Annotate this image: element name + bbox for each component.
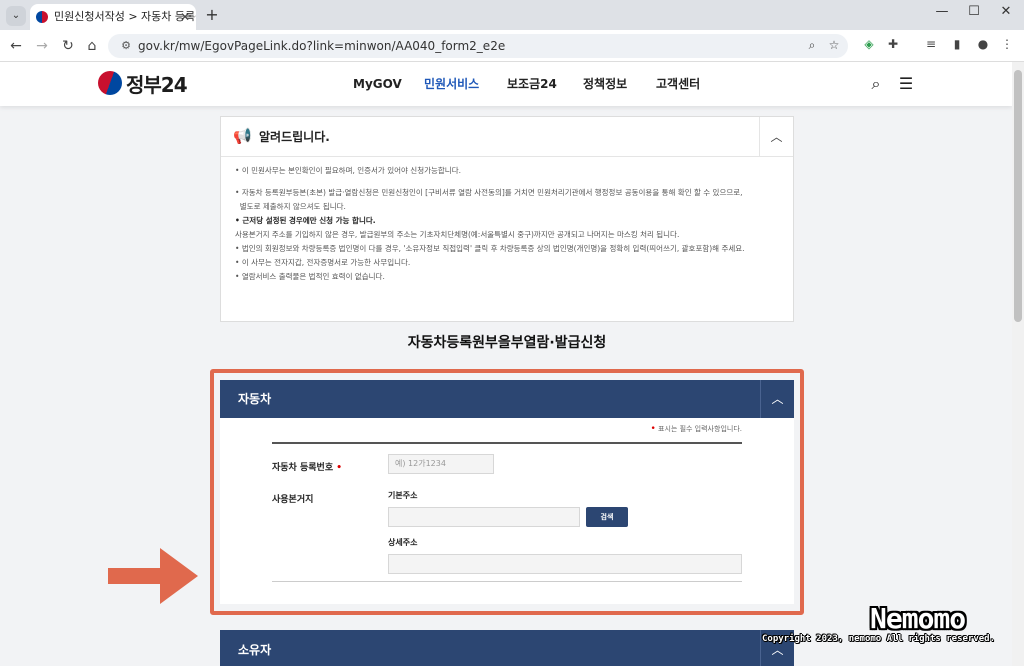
car-section-header[interactable]: 자동차 ︿	[220, 380, 794, 418]
taegeuk-logo-icon	[98, 71, 122, 95]
address-search-button[interactable]: 검색	[586, 507, 628, 527]
site-info-icon[interactable]: ⚙	[118, 38, 134, 54]
form-divider	[272, 442, 742, 444]
tab-close-icon[interactable]: ✕	[180, 4, 190, 30]
car-section: 자동차 ︿ • 표시는 필수 입력사항입니다. 자동차 등록번호 • 예) 12…	[220, 380, 794, 604]
reload-icon[interactable]: ↻	[58, 36, 78, 56]
address-bar[interactable]: ⚙ gov.kr/mw/EgovPageLink.do?link=minwon/…	[108, 34, 848, 58]
notice-line: • 법인의 회원정보와 차량등록증 법인명이 다를 경우, '소유자정보 직접입…	[235, 244, 745, 253]
notice-body: • 이 민원사무는 본인확인이 필요하며, 인증서가 있어야 신청가능합니다. …	[221, 157, 793, 283]
media-list-icon[interactable]: ≡	[922, 37, 940, 51]
page-viewport: 정부24 MyGOV 민원서비스 보조금24 정책정보 고객센터 ⌕ ☰ 📢 알…	[0, 62, 1012, 666]
browser-menu-icon[interactable]: ⋮	[998, 37, 1016, 51]
logo-text: 정부24	[126, 72, 188, 97]
nav-customer-center[interactable]: 고객센터	[656, 62, 700, 106]
owner-section-header[interactable]: 소유자 ︿	[220, 630, 794, 666]
side-panel-icon[interactable]: ▮	[948, 37, 966, 51]
nav-mygov[interactable]: MyGOV	[353, 62, 402, 106]
notice-line: 사용본거지 주소를 기입하지 않은 경우, 발급원부의 주소는 기초자치단체명(…	[235, 230, 680, 239]
notice-line: • 이 민원사무는 본인확인이 필요하며, 인증서가 있어야 신청가능합니다.	[235, 166, 461, 175]
page-scrollbar[interactable]	[1012, 62, 1024, 666]
gov-favicon-icon	[36, 11, 48, 23]
notice-line: • 열람서비스 출력물은 법적인 효력이 없습니다.	[235, 272, 385, 281]
page-title: 자동차등록원부을부열람·발급신청	[407, 335, 607, 351]
basic-address-input[interactable]	[388, 507, 580, 527]
browser-tab[interactable]: 민원신청서작성 > 자동차 등록원부 ✕	[30, 4, 196, 30]
bookmark-star-icon[interactable]: ☆	[826, 38, 842, 52]
scrollbar-thumb[interactable]	[1014, 70, 1022, 322]
nav-subsidy[interactable]: 보조금24	[507, 62, 557, 106]
maximize-icon[interactable]: ☐	[964, 4, 984, 19]
watermark-brand: Nemomo	[870, 602, 966, 635]
detail-address-label: 상세주소	[388, 538, 418, 547]
address-label: 사용본거지	[272, 495, 314, 505]
search-icon[interactable]: ⌕	[866, 74, 886, 94]
extension-green-icon[interactable]: ◈	[860, 37, 878, 51]
forward-arrow-icon[interactable]: →	[32, 36, 52, 56]
zoom-icon[interactable]: ⌕	[804, 38, 820, 53]
detail-address-input[interactable]	[388, 554, 742, 574]
required-note: • 표시는 필수 입력사항입니다.	[650, 424, 742, 434]
extensions-puzzle-icon[interactable]: ✚	[884, 37, 902, 51]
car-section-chevron-icon[interactable]: ︿	[760, 380, 794, 418]
url-text: gov.kr/mw/EgovPageLink.do?link=minwon/AA…	[138, 39, 506, 53]
back-arrow-icon[interactable]: ←	[6, 36, 26, 56]
reg-number-input[interactable]: 예) 12가1234	[388, 454, 494, 474]
notice-line: • 자동차 등록원부등본(초본) 발급·열람신청은 민원신청인이 [구비서류 열…	[235, 188, 743, 197]
hamburger-menu-icon[interactable]: ☰	[896, 74, 916, 94]
notice-collapse-chevron-icon[interactable]: ︿	[759, 117, 793, 157]
car-section-title: 자동차	[238, 392, 272, 406]
tab-title: 민원신청서작성 > 자동차 등록원부	[54, 10, 196, 23]
notice-header: 📢 알려드립니다. ︿	[221, 117, 793, 157]
profile-avatar-icon[interactable]: ●	[974, 37, 992, 51]
reg-number-label: 자동차 등록번호 •	[272, 463, 342, 473]
notice-title: 알려드립니다.	[259, 130, 330, 144]
nav-policy[interactable]: 정책정보	[583, 62, 627, 106]
tab-search-chevron-icon[interactable]: ⌄	[6, 6, 26, 26]
notice-line: • 근저당 설정된 경우에만 신청 가능 합니다.	[235, 216, 376, 225]
home-icon[interactable]: ⌂	[82, 36, 102, 56]
browser-tab-strip: ⌄ 민원신청서작성 > 자동차 등록원부 ✕ + — ☐ ✕	[0, 0, 1024, 30]
basic-address-label: 기본주소	[388, 491, 418, 500]
notice-line: • 이 사무는 전자지갑, 전자증명서로 가능한 사무입니다.	[235, 258, 411, 267]
new-tab-plus-icon[interactable]: +	[202, 5, 222, 25]
nav-minwon[interactable]: 민원서비스	[424, 62, 479, 106]
notice-box: 📢 알려드립니다. ︿ • 이 민원사무는 본인확인이 필요하며, 인증서가 있…	[220, 116, 794, 322]
close-window-icon[interactable]: ✕	[996, 4, 1016, 19]
required-dot-icon: •	[333, 463, 342, 473]
orange-arrow-icon	[108, 548, 198, 604]
gov24-logo[interactable]: 정부24	[98, 70, 188, 97]
owner-section-title: 소유자	[238, 643, 272, 657]
watermark-copyright: Copyright 2023, nemomo All rights reserv…	[762, 634, 995, 644]
megaphone-icon: 📢	[233, 127, 252, 145]
form-bottom-divider	[272, 581, 742, 582]
minimize-icon[interactable]: —	[932, 4, 952, 19]
site-header: 정부24 MyGOV 민원서비스 보조금24 정책정보 고객센터 ⌕ ☰	[0, 62, 1012, 106]
notice-line: 별도로 제출하지 않으셔도 됩니다.	[239, 202, 346, 211]
browser-toolbar: ← → ↻ ⌂ ⚙ gov.kr/mw/EgovPageLink.do?link…	[0, 30, 1024, 62]
